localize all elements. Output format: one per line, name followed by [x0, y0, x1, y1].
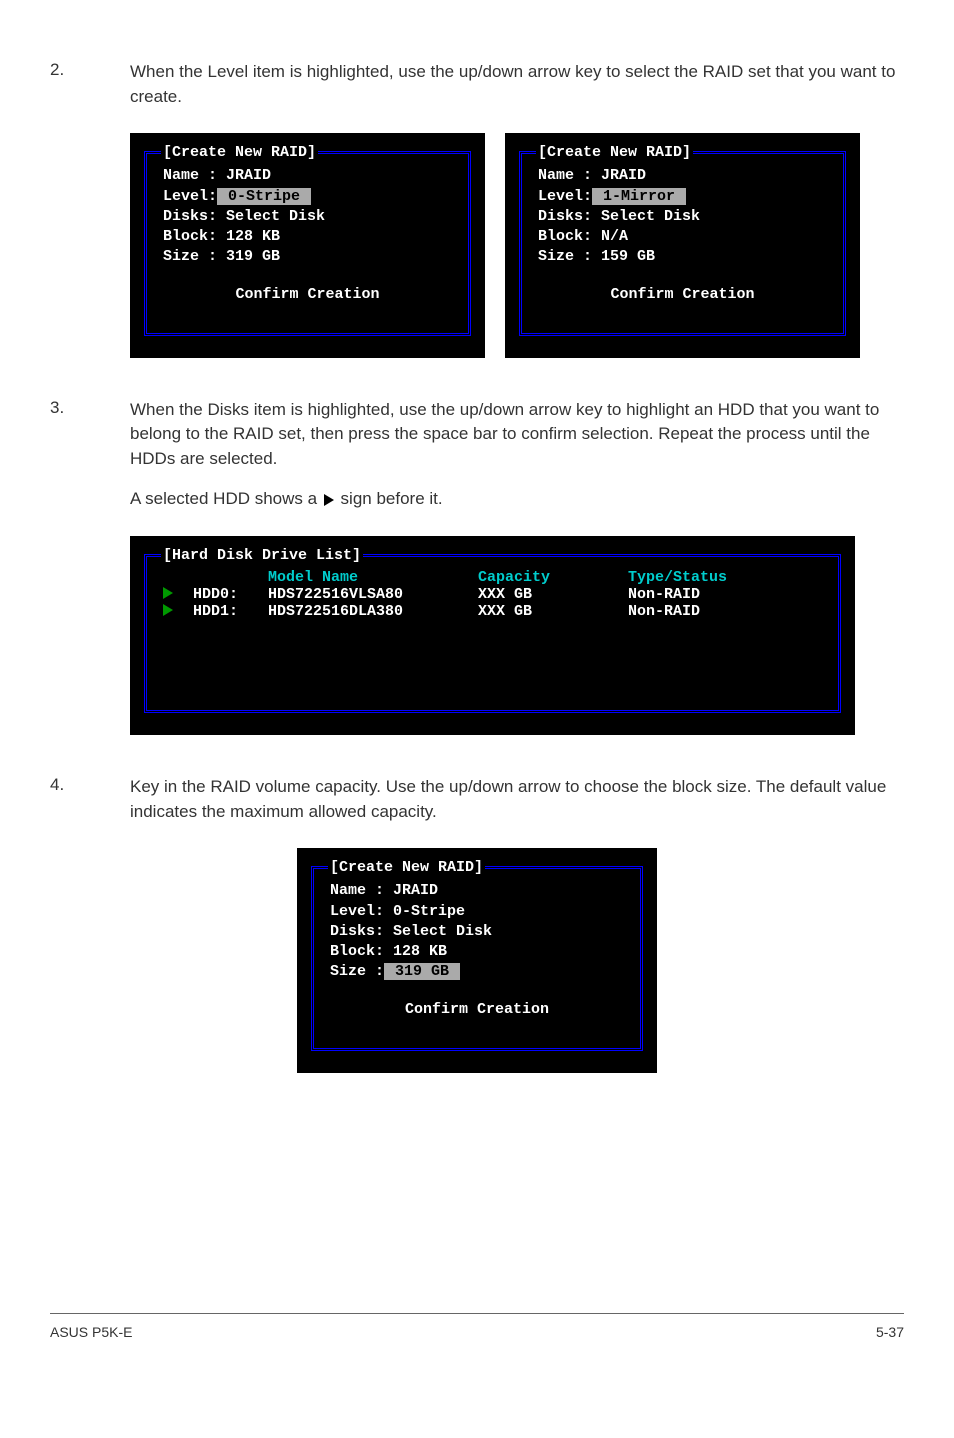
step-3-text: When the Disks item is highlighted, use …	[130, 398, 904, 472]
block-line: Block: N/A	[538, 227, 827, 247]
table-row: HDD1: HDS722516DLA380 XXX GB Non-RAID	[163, 603, 822, 620]
footer-right: 5-37	[876, 1324, 904, 1340]
triangle-icon	[324, 494, 334, 506]
header-model: Model Name	[268, 569, 478, 586]
panel-inner: [Create New RAID] Name : JRAID Level: 0-…	[144, 151, 471, 335]
table-header: Model Name Capacity Type/Status	[163, 569, 822, 586]
level-line: Level: 1-Mirror	[538, 187, 827, 207]
hard-disk-list-panel: [Hard Disk Drive List] Model Name Capaci…	[130, 536, 855, 735]
table-row: HDD0: HDS722516VLSA80 XXX GB Non-RAID	[163, 586, 822, 603]
panel-inner: [Hard Disk Drive List] Model Name Capaci…	[144, 554, 841, 713]
level-highlighted-value: 0-Stripe	[217, 188, 311, 205]
type-status: Non-RAID	[628, 586, 822, 603]
step-4-text: Key in the RAID volume capacity. Use the…	[130, 775, 904, 824]
block-line: Block: 128 KB	[163, 227, 452, 247]
panel-title: [Hard Disk Drive List]	[161, 547, 363, 564]
selection-marker	[163, 604, 193, 620]
step-2-num: 2.	[50, 60, 130, 109]
hdd-id: HDD0:	[193, 586, 268, 603]
block-line: Block: 128 KB	[330, 942, 624, 962]
level-line: Level: 0-Stripe	[163, 187, 452, 207]
confirm-creation: Confirm Creation	[163, 286, 452, 303]
triangle-icon	[163, 587, 173, 599]
panel-title: [Create New RAID]	[161, 144, 318, 161]
model-name: HDS722516VLSA80	[268, 586, 478, 603]
capacity: XXX GB	[478, 603, 628, 620]
panel-inner: [Create New RAID] Name : JRAID Level: 0-…	[311, 866, 643, 1050]
capacity: XXX GB	[478, 586, 628, 603]
model-name: HDS722516DLA380	[268, 603, 478, 620]
confirm-creation: Confirm Creation	[330, 1001, 624, 1018]
panels-row-1: [Create New RAID] Name : JRAID Level: 0-…	[130, 133, 904, 357]
create-raid-panel-mirror: [Create New RAID] Name : JRAID Level: 1-…	[505, 133, 860, 357]
triangle-icon	[163, 604, 173, 616]
type-status: Non-RAID	[628, 603, 822, 620]
disks-line: Disks: Select Disk	[163, 207, 452, 227]
step-3-subtext: A selected HDD shows a sign before it.	[130, 487, 904, 512]
level-line: Level: 0-Stripe	[330, 902, 624, 922]
disks-line: Disks: Select Disk	[330, 922, 624, 942]
hdd-id: HDD1:	[193, 603, 268, 620]
page-footer: ASUS P5K-E 5-37	[50, 1313, 904, 1340]
panel-title: [Create New RAID]	[536, 144, 693, 161]
size-highlighted-value: 319 GB	[384, 963, 460, 980]
name-line: Name : JRAID	[330, 881, 624, 901]
name-line: Name : JRAID	[163, 166, 452, 186]
step-3: 3. When the Disks item is highlighted, u…	[50, 398, 904, 472]
step-4-num: 4.	[50, 775, 130, 824]
step-3-num: 3.	[50, 398, 130, 472]
header-status: Type/Status	[628, 569, 822, 586]
panel-inner: [Create New RAID] Name : JRAID Level: 1-…	[519, 151, 846, 335]
size-line: Size : 159 GB	[538, 247, 827, 267]
selection-marker	[163, 587, 193, 603]
create-raid-panel-stripe: [Create New RAID] Name : JRAID Level: 0-…	[130, 133, 485, 357]
disks-line: Disks: Select Disk	[538, 207, 827, 227]
size-line: Size : 319 GB	[330, 962, 624, 982]
step-4: 4. Key in the RAID volume capacity. Use …	[50, 775, 904, 824]
footer-left: ASUS P5K-E	[50, 1324, 132, 1340]
step-2-text: When the Level item is highlighted, use …	[130, 60, 904, 109]
panel-title: [Create New RAID]	[328, 859, 485, 876]
create-raid-panel-size: [Create New RAID] Name : JRAID Level: 0-…	[297, 848, 657, 1072]
step-2: 2. When the Level item is highlighted, u…	[50, 60, 904, 109]
size-line: Size : 319 GB	[163, 247, 452, 267]
name-line: Name : JRAID	[538, 166, 827, 186]
level-highlighted-value: 1-Mirror	[592, 188, 686, 205]
confirm-creation: Confirm Creation	[538, 286, 827, 303]
header-capacity: Capacity	[478, 569, 628, 586]
